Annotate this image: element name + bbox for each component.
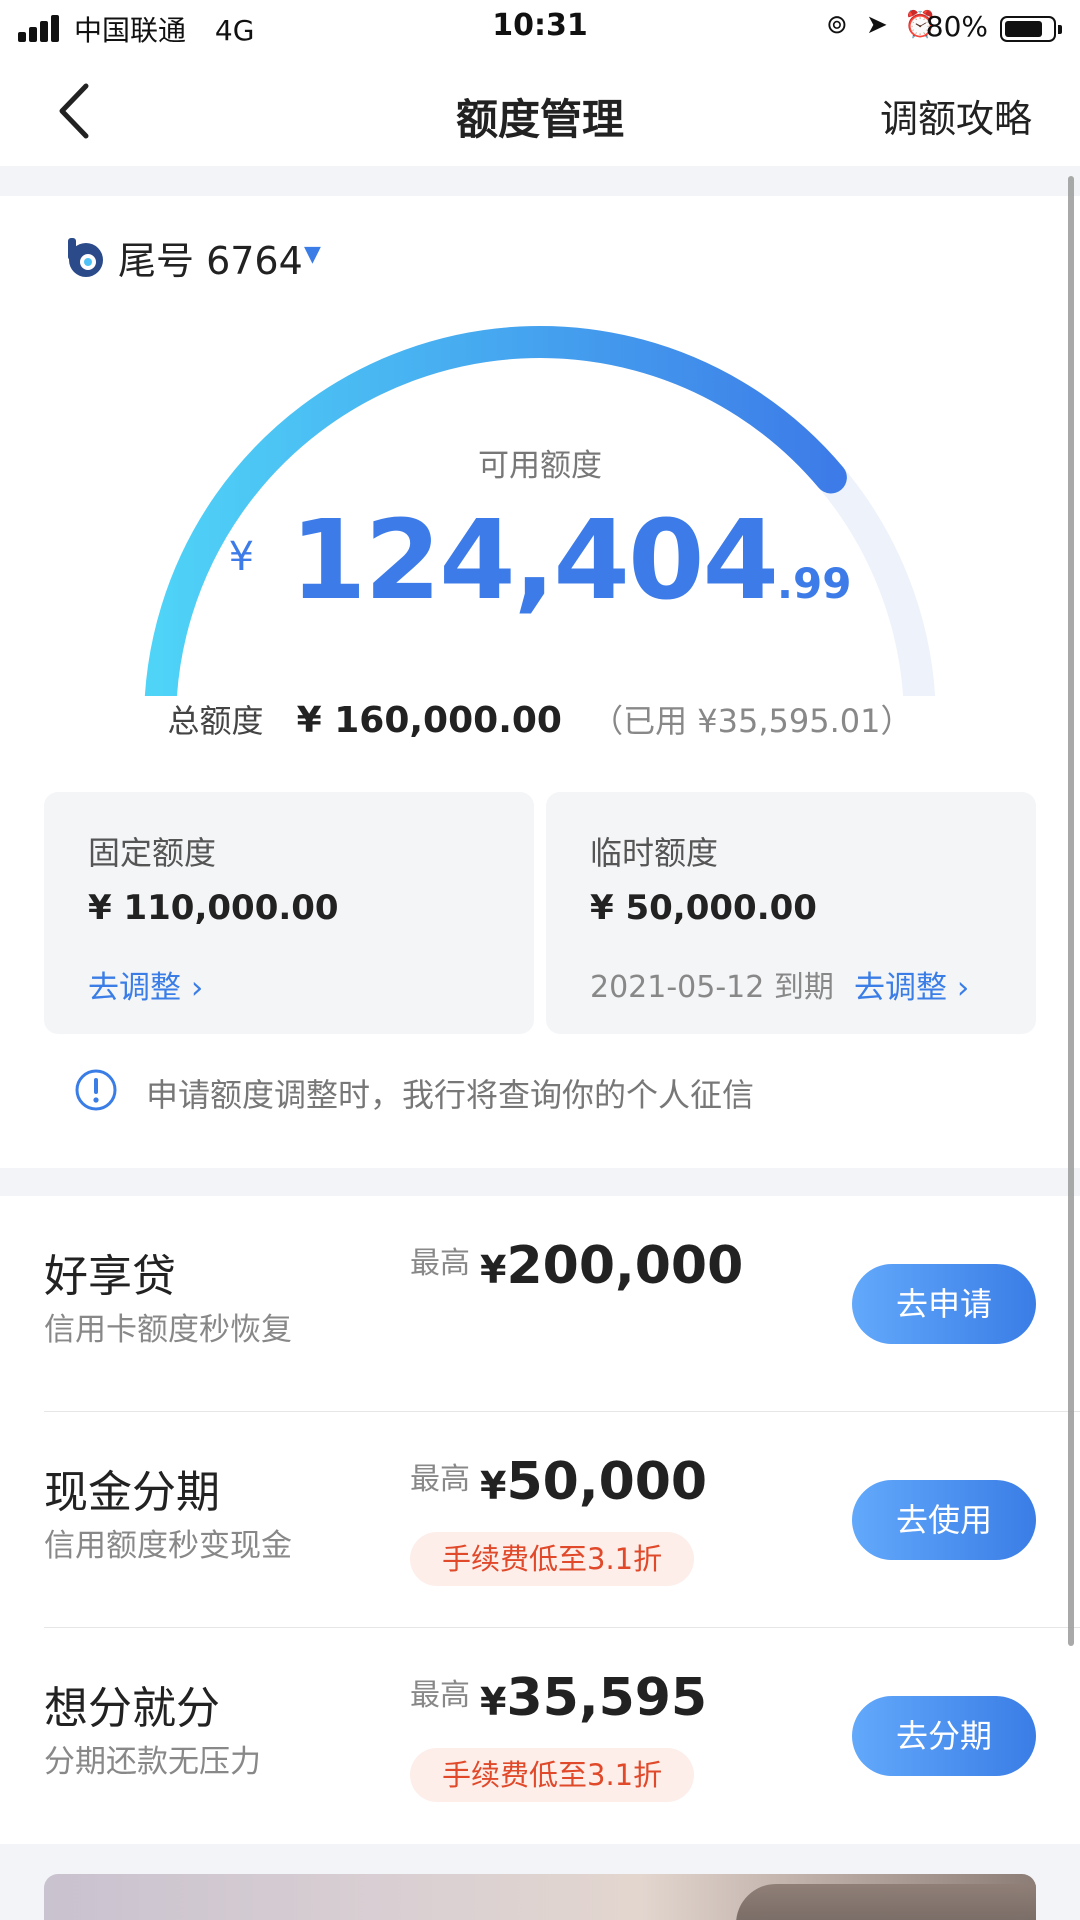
status-bar: 中国联通 4G 10:31 ⊚ ➤ ⏰ 80% — [0, 0, 1080, 58]
used-amount: （已用 ¥35,595.01） — [591, 702, 913, 740]
total-limit-row: 总额度 ¥ 160,000.00 （已用 ¥35,595.01） — [0, 696, 1080, 742]
offer-row: 好享贷 信用卡额度秒恢复 最高 ¥200,000 去申请 — [0, 1196, 1080, 1412]
temp-limit-amount: ¥ 50,000.00 — [590, 888, 817, 928]
available-limit-amount: ¥124,404.99 — [0, 496, 1080, 624]
total-limit-amount: ¥ 160,000.00 — [296, 700, 562, 741]
use-cash-installment-button[interactable]: 去使用 — [852, 1480, 1036, 1560]
fee-discount-badge: 手续费低至3.1折 — [410, 1748, 695, 1802]
max-amount: 35,595 — [506, 1668, 708, 1728]
installment-button[interactable]: 去分期 — [852, 1696, 1036, 1776]
offer-max-amount: 最高 ¥200,000 — [410, 1236, 743, 1296]
total-limit-label: 总额度 — [167, 702, 264, 740]
offer-desc: 信用额度秒变现金 — [44, 1528, 292, 1564]
bank-logo-icon — [68, 238, 103, 277]
temp-limit-title: 临时额度 — [590, 834, 719, 872]
offers-card: 好享贷 信用卡额度秒恢复 最高 ¥200,000 去申请 现金分期 信用额度秒变现… — [0, 1196, 1080, 1844]
offer-row: 想分就分 分期还款无压力 最高 ¥35,595 手续费低至3.1折 去分期 — [0, 1628, 1080, 1844]
max-prefix: 最高 — [410, 1462, 470, 1497]
available-integer: 124,404 — [290, 496, 779, 624]
max-prefix: 最高 — [410, 1246, 470, 1281]
offer-max-amount: 最高 ¥50,000 — [410, 1452, 707, 1512]
currency-symbol: ¥ — [480, 1464, 507, 1508]
max-amount: 200,000 — [506, 1236, 744, 1296]
fee-discount-badge: 手续费低至3.1折 — [410, 1532, 695, 1586]
currency-symbol: ¥ — [480, 1248, 507, 1292]
max-amount: 50,000 — [506, 1452, 708, 1512]
banner-image — [736, 1884, 1036, 1920]
status-icons: ⊚ ➤ ⏰ 80% — [826, 10, 1066, 46]
offer-desc: 分期还款无压力 — [44, 1744, 261, 1780]
adjust-temp-limit-link[interactable]: 去调整 › — [854, 962, 969, 1007]
battery-icon — [1000, 16, 1062, 42]
apply-loan-button[interactable]: 去申请 — [852, 1264, 1036, 1344]
max-prefix: 最高 — [410, 1678, 470, 1713]
available-limit-label: 可用额度 — [478, 448, 602, 484]
fixed-limit-amount: ¥ 110,000.00 — [88, 888, 339, 928]
card-number-label: 尾号 6764 — [118, 239, 303, 283]
notice-text: 申请额度调整时，我行将查询你的个人征信 — [146, 1076, 755, 1114]
promo-banner[interactable] — [44, 1874, 1036, 1920]
offer-desc: 信用卡额度秒恢复 — [44, 1312, 292, 1348]
offer-name: 好享贷 — [44, 1251, 176, 1302]
caret-down-icon: ▼ — [304, 242, 321, 267]
offer-name: 想分就分 — [44, 1683, 220, 1734]
offer-row: 现金分期 信用额度秒变现金 最高 ¥50,000 手续费低至3.1折 去使用 — [0, 1412, 1080, 1628]
currency-symbol: ¥ — [228, 534, 255, 580]
fixed-limit-box: 固定额度 ¥ 110,000.00 去调整 › — [44, 792, 534, 1034]
currency-symbol: ¥ — [480, 1680, 507, 1724]
offer-max-amount: 最高 ¥35,595 — [410, 1668, 707, 1728]
offer-name: 现金分期 — [44, 1467, 220, 1518]
available-decimal: .99 — [777, 559, 852, 608]
temp-limit-expire: 2021-05-12 到期 — [590, 970, 834, 1005]
scrollbar — [1068, 176, 1074, 1646]
limit-card: 尾号 6764 ▼ 可用额度 ¥124,404.99 总额度 ¥ 160,000… — [0, 196, 1080, 1168]
orientation-lock-icon: ⊚ — [826, 10, 848, 40]
nav-bar: 额度管理 调额攻略 — [0, 58, 1080, 166]
adjust-fixed-limit-link[interactable]: 去调整 › — [88, 962, 203, 1007]
fixed-limit-title: 固定额度 — [88, 834, 217, 872]
info-icon — [75, 1069, 117, 1111]
battery-percent: 80% — [925, 10, 988, 43]
temp-limit-box: 临时额度 ¥ 50,000.00 2021-05-12 到期 去调整 › — [546, 792, 1036, 1034]
location-icon: ➤ — [866, 10, 888, 40]
limit-guide-link[interactable]: 调额攻略 — [880, 88, 1032, 143]
